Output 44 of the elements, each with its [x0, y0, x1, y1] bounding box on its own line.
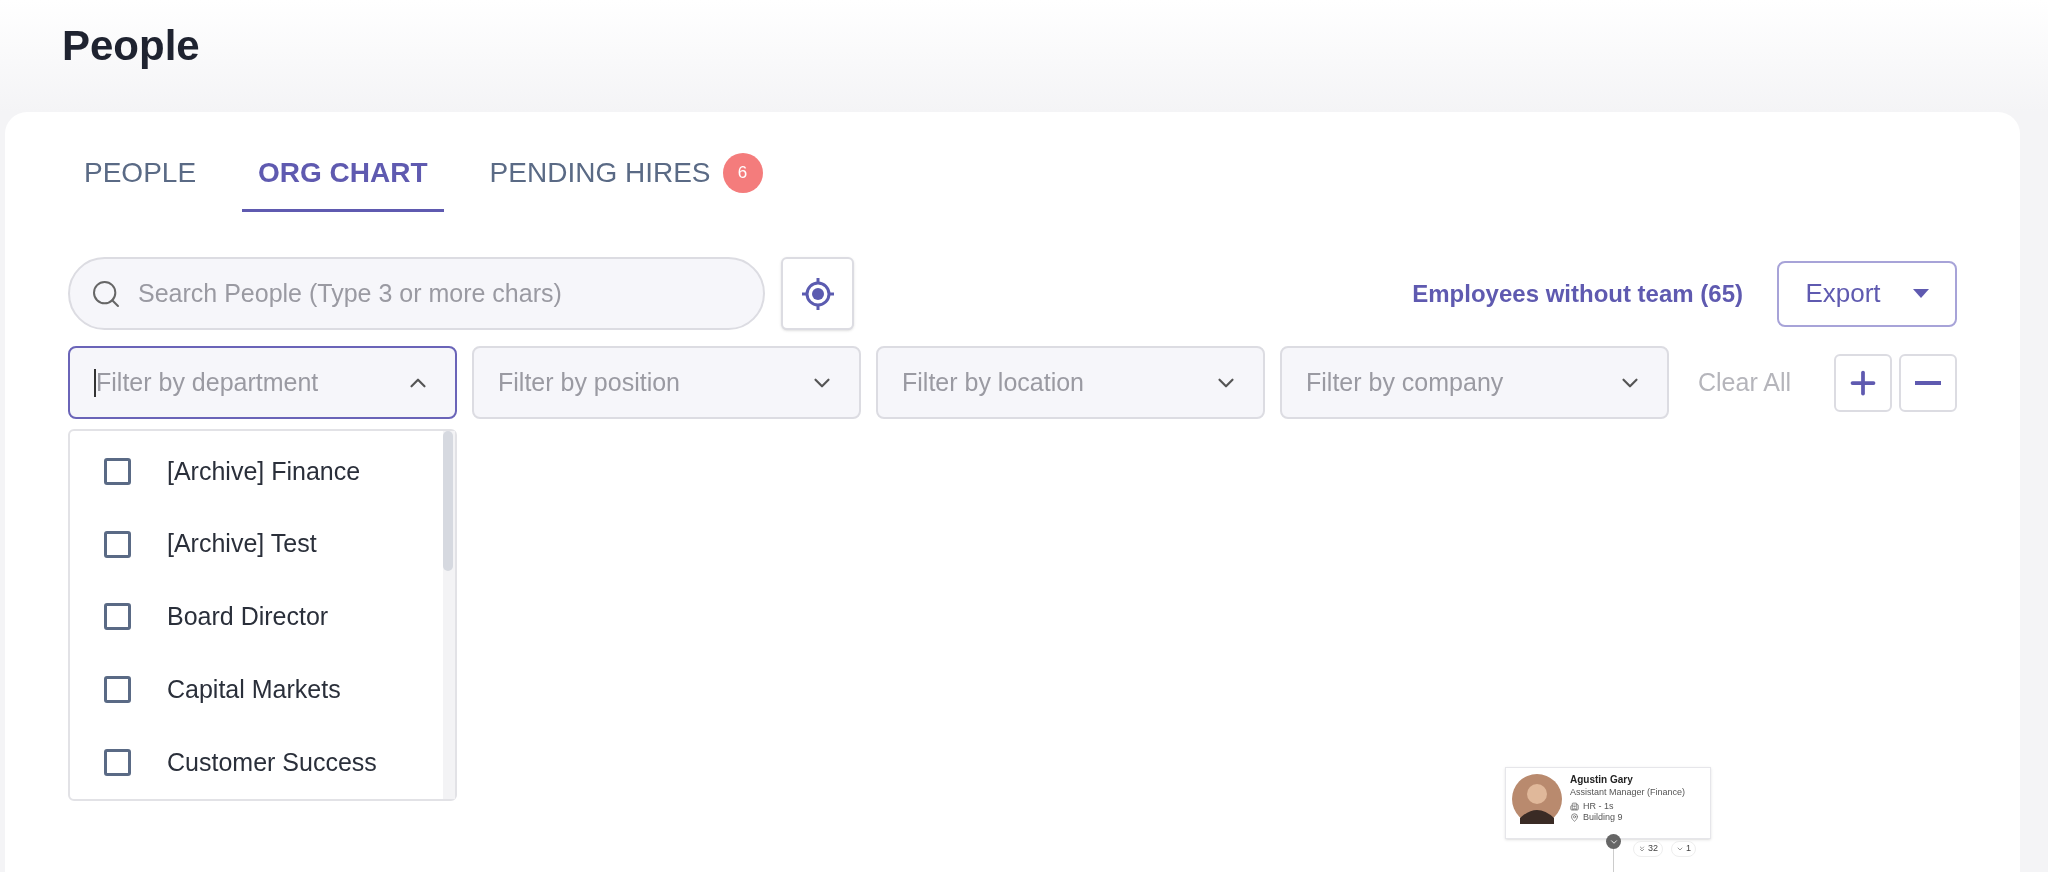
checkbox[interactable] [104, 530, 131, 558]
node-name: Agustin Gary [1570, 774, 1634, 787]
double-chevron-icon [1638, 845, 1646, 853]
search-input[interactable]: Search People (Type 3 or more chars) [138, 274, 743, 313]
locate-icon [800, 276, 835, 311]
connector-line [1613, 849, 1614, 872]
department-option[interactable]: Capital Markets [70, 653, 443, 727]
reports-count-chip[interactable]: 32 [1633, 841, 1663, 857]
tab[interactable]: ORG CHART [242, 152, 444, 212]
org-chart-node[interactable]: Agustin Gary Assistant Manager (Finance) HR - 1s Building 9 [1505, 767, 1711, 839]
filter-placeholder: Filter by location [902, 366, 1085, 398]
checkbox[interactable] [104, 749, 131, 777]
dropdown-caret-icon [1912, 288, 1929, 299]
filter-placeholder: Filter by position [498, 366, 681, 398]
filter-placeholder: Filter by company [1306, 366, 1504, 398]
avatar [1512, 774, 1562, 824]
minus-icon [1915, 380, 1941, 385]
export-button[interactable]: Export [1777, 260, 1957, 327]
node-department: HR - 1s [1583, 800, 1614, 812]
location-pin-icon [1570, 813, 1579, 823]
tab[interactable]: PEOPLE [68, 152, 213, 212]
locate-button[interactable] [781, 257, 854, 330]
zoom-in-button[interactable] [1834, 353, 1892, 412]
building-icon [1570, 801, 1579, 811]
employees-without-team-link[interactable]: Employees without team (65) [1412, 275, 1743, 312]
count-badge: 6 [722, 152, 763, 193]
chevron-icon [1676, 845, 1684, 853]
checkbox[interactable] [104, 457, 131, 485]
direct-count-chip[interactable]: 1 [1671, 841, 1696, 857]
text-cursor [94, 368, 96, 397]
checkbox[interactable] [104, 676, 131, 704]
search-field[interactable]: Search People (Type 3 or more chars) [68, 257, 765, 330]
department-option[interactable]: Customer Success [70, 726, 443, 799]
filter-placeholder: Filter by department [96, 366, 319, 398]
department-option[interactable]: Board Director [70, 580, 443, 654]
checkbox[interactable] [104, 603, 131, 631]
zoom-out-button[interactable] [1899, 353, 1957, 412]
node-title: Assistant Manager (Finance) [1570, 786, 1686, 798]
department-option[interactable]: [Archive] Test [70, 507, 443, 581]
department-option[interactable]: [Archive] Finance [70, 435, 443, 508]
page-title: People [62, 21, 201, 71]
scrollbar-thumb[interactable] [443, 431, 453, 571]
tab[interactable]: PENDING HIRES 6 [473, 152, 779, 212]
node-location: Building 9 [1583, 812, 1623, 824]
